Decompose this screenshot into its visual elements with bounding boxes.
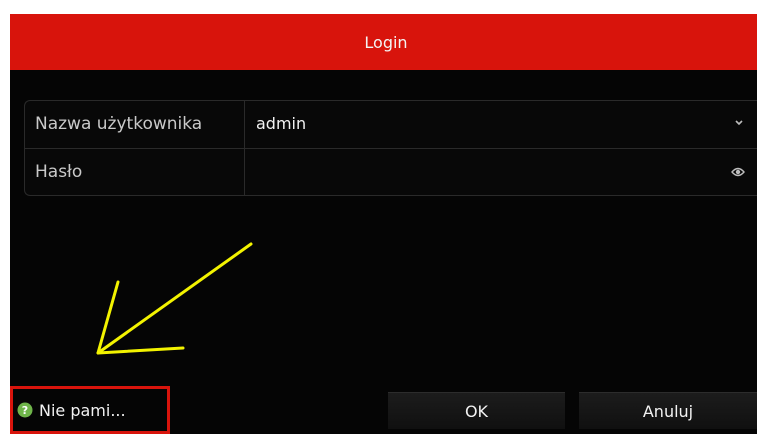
username-dropdown[interactable]: admin [245, 101, 745, 147]
dialog-footer: ? Nie pami... OK Anuluj [10, 384, 757, 434]
forgot-password-label: Nie pami... [39, 400, 126, 420]
forgot-password-button[interactable]: ? Nie pami... [10, 386, 170, 434]
password-field[interactable] [245, 149, 745, 195]
svg-text:?: ? [22, 404, 28, 417]
username-label: Nazwa użytkownika [35, 114, 203, 134]
login-dialog: Login Nazwa użytkownika admin Hasło ? Ni… [10, 14, 757, 434]
chevron-down-icon[interactable] [733, 117, 745, 129]
ok-button[interactable]: OK [388, 392, 565, 429]
login-form: Nazwa użytkownika admin Hasło [24, 100, 757, 196]
dialog-title: Login [364, 32, 408, 52]
help-circle-icon: ? [17, 402, 33, 418]
eye-icon[interactable] [731, 166, 745, 178]
cancel-button[interactable]: Anuluj [579, 392, 757, 429]
password-label: Hasło [35, 162, 83, 182]
dialog-titlebar: Login [10, 14, 757, 70]
username-row: Nazwa użytkownika admin [25, 101, 757, 147]
username-value: admin [256, 114, 307, 133]
password-row: Hasło [25, 148, 757, 195]
